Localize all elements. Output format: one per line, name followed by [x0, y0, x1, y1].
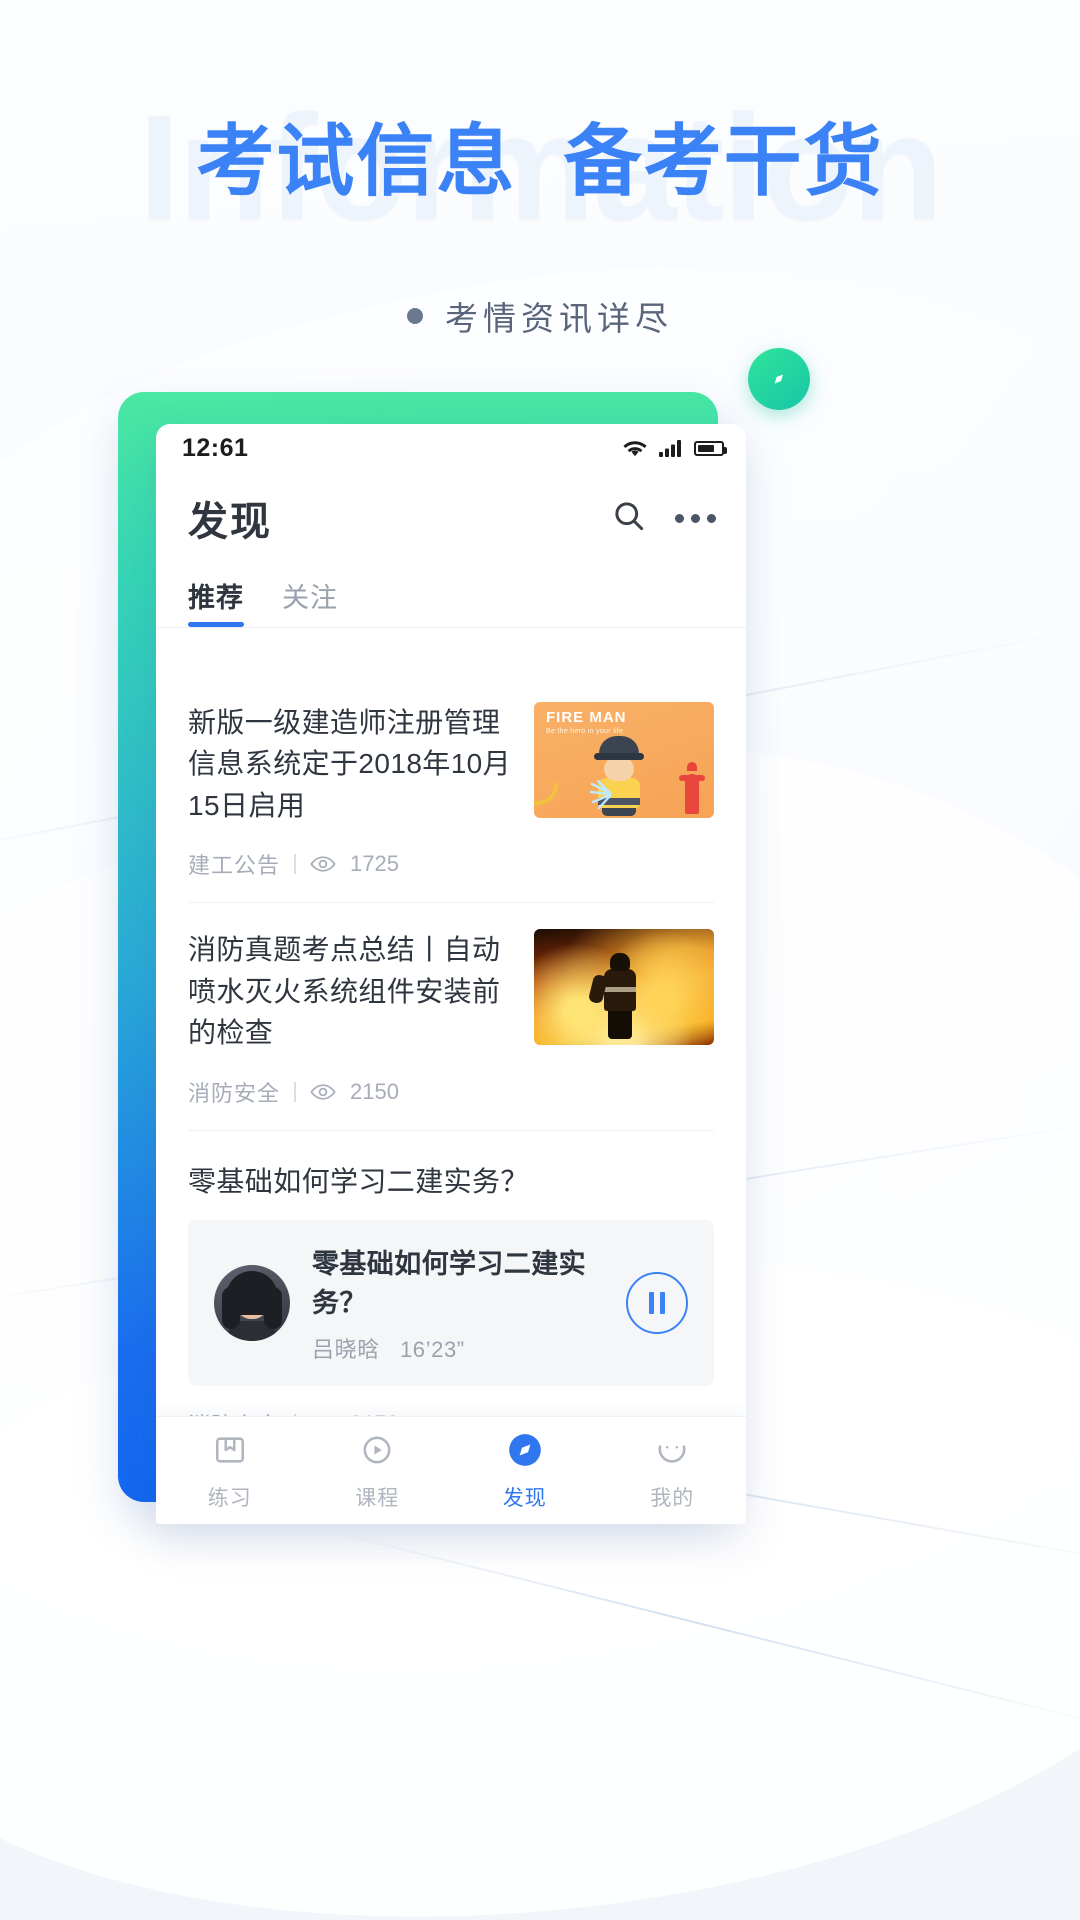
cellular-signal-icon	[659, 439, 681, 457]
article-title: 零基础如何学习二建实务？	[188, 1165, 529, 1197]
search-icon	[615, 501, 644, 530]
pause-button[interactable]	[626, 1272, 688, 1335]
article-feed: 新版一级建造师注册管理信息系统定于2018年10月15日启用 建工公告 1725…	[156, 676, 746, 1416]
compass-icon	[774, 374, 783, 384]
list-item[interactable]: 消防真题考点总结丨自动喷水灭火系统组件安装前的检查 消防安全 2150	[188, 903, 714, 1131]
meta-divider	[294, 1081, 297, 1102]
article-views: 2150	[350, 1078, 399, 1104]
article-category: 消防安全	[188, 1080, 281, 1106]
list-item[interactable]: 新版一级建造师注册管理信息系统定于2018年10月15日启用 建工公告 1725…	[188, 676, 714, 904]
article-title: 新版一级建造师注册管理信息系统定于2018年10月15日启用	[188, 707, 512, 821]
article-views: 1725	[350, 851, 399, 877]
thumb-sublabel: Be the hero in your life	[546, 728, 624, 735]
eye-icon	[310, 856, 336, 872]
audio-duration: 16’23”	[399, 1337, 465, 1363]
nav-label: 我的	[650, 1486, 695, 1510]
audio-meta: 吕晓晗 16’23”	[312, 1332, 604, 1364]
app-page-title: 发现	[188, 500, 272, 544]
status-bar: 12:61	[156, 424, 746, 472]
article-thumbnail	[534, 929, 714, 1046]
thumb-label: FIRE MAN	[546, 709, 627, 726]
more-options-button[interactable]	[675, 513, 716, 523]
meta-divider	[294, 854, 297, 875]
firefighter-silhouette	[588, 952, 643, 1039]
more-dots-icon	[675, 513, 684, 523]
smiley-icon	[658, 1444, 686, 1463]
nav-label: 练习	[207, 1486, 252, 1510]
article-thumbnail: FIRE MAN Be the hero in your life	[534, 702, 714, 818]
search-button[interactable]	[611, 498, 647, 539]
audio-player-card[interactable]: 零基础如何学习二建实务？ 吕晓晗 16’23”	[188, 1220, 714, 1387]
bullet-dot-icon	[407, 308, 423, 324]
hero-subtitle: 考情资讯详尽	[0, 292, 1080, 340]
audio-author: 吕晓晗	[312, 1337, 380, 1363]
nav-item-mine[interactable]: 我的	[599, 1430, 747, 1512]
page-title: 考试信息 备考干货	[196, 117, 884, 205]
tab-recommend[interactable]: 推荐	[188, 576, 244, 627]
nav-item-practice[interactable]: 练习	[156, 1430, 304, 1512]
hydrant-figure	[679, 762, 705, 814]
article-category: 建工公告	[188, 853, 281, 879]
nav-label: 课程	[355, 1486, 400, 1510]
hero-section: Information 考试信息 备考干货 考情资讯详尽	[0, 0, 1080, 360]
nav-item-discover[interactable]: 发现	[451, 1430, 599, 1512]
book-icon	[215, 1436, 244, 1463]
list-item[interactable]: 零基础如何学习二建实务？ 零基础如何学习二建实务？ 吕晓晗 16’23”	[188, 1131, 714, 1416]
compass-icon	[508, 1433, 541, 1466]
hero-subtitle-text: 考情资讯详尽	[445, 300, 673, 337]
audio-title: 零基础如何学习二建实务？	[312, 1249, 586, 1319]
eye-icon	[310, 1083, 336, 1100]
battery-icon	[694, 440, 727, 456]
feed-scroll-area[interactable]: 新版一级建造师注册管理信息系统定于2018年10月15日启用 建工公告 1725…	[156, 676, 746, 1416]
fireman-figure	[586, 736, 652, 816]
wifi-icon	[623, 440, 647, 456]
floating-compass-button[interactable]	[748, 348, 810, 410]
bottom-navigation: 练习 课程 发现 我的	[156, 1416, 746, 1524]
status-time: 12:61	[182, 433, 249, 462]
tab-following[interactable]: 关注	[282, 576, 338, 627]
phone-screen: 12:61 发现 推荐 关注 新版一级建造师注册管理信息系统定于2018年10月…	[156, 424, 746, 1524]
app-header: 发现	[156, 472, 746, 564]
water-spray-icon	[590, 780, 612, 810]
article-category: 消防安全	[188, 1408, 280, 1416]
feed-tabs: 推荐 关注	[156, 564, 746, 628]
nav-item-courses[interactable]: 课程	[304, 1430, 452, 1512]
article-title: 消防真题考点总结丨自动喷水灭火系统组件安装前的检查	[188, 934, 501, 1049]
avatar	[214, 1265, 290, 1342]
play-circle-icon	[363, 1436, 391, 1463]
fire-hose	[534, 783, 558, 805]
nav-label: 发现	[502, 1486, 547, 1510]
pause-icon	[649, 1292, 654, 1315]
